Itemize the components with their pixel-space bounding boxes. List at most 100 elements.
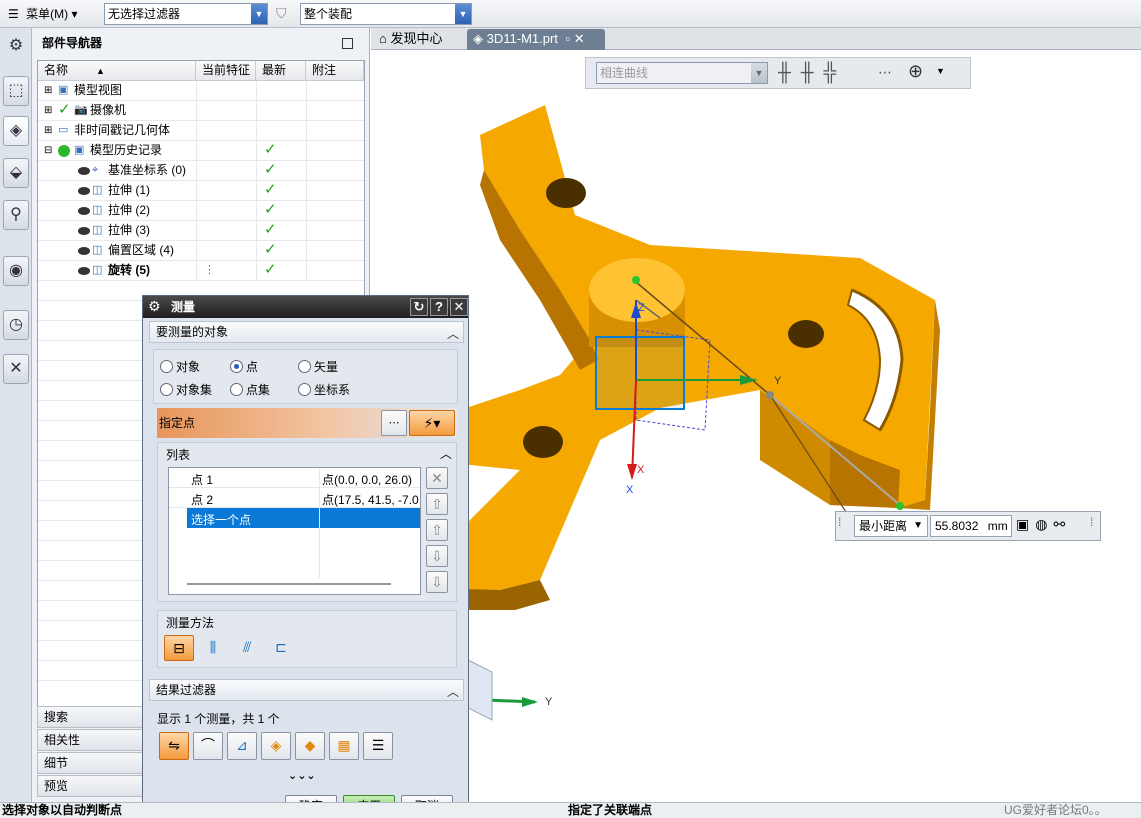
- filter-list-icon[interactable]: ☰: [363, 732, 393, 760]
- tree-row[interactable]: ⌖ 基准坐标系 (0) ✓: [38, 161, 364, 181]
- settings-gear-icon[interactable]: ⚙: [3, 32, 29, 62]
- method-length-icon[interactable]: ⊏: [268, 635, 294, 661]
- tree-row[interactable]: ◫ 拉伸 (2) ✓: [38, 201, 364, 221]
- measure-value-field[interactable]: 55.8032 mm: [930, 515, 1012, 537]
- panel-preview[interactable]: 预览: [37, 775, 147, 797]
- history-clock-icon[interactable]: ◷: [3, 310, 29, 340]
- tab-part-file[interactable]: ◈ 3D11-M1.prt ▫ ✕: [467, 29, 605, 50]
- column-header-latest[interactable]: 最新: [256, 61, 306, 81]
- filter-icon[interactable]: ⛉: [276, 5, 287, 22]
- panel-dependencies[interactable]: 相关性: [37, 729, 147, 751]
- grip-icon[interactable]: ⁞: [1090, 515, 1093, 529]
- option-point[interactable]: 点: [230, 358, 258, 375]
- eye-icon[interactable]: [78, 187, 90, 195]
- expand-toggle-icon[interactable]: ⊞: [44, 81, 52, 100]
- eye-icon[interactable]: [78, 227, 90, 235]
- option-object-set[interactable]: 对象集: [160, 381, 212, 398]
- status-bar: 选择对象以自动判断点 指定了关联端点 UG爱好者论坛0。。: [0, 802, 1141, 818]
- point-dialog-button[interactable]: ⋯: [381, 410, 407, 436]
- list-item-selected[interactable]: 选择一个点: [187, 508, 420, 528]
- expand-toggle-icon[interactable]: ⊟: [44, 141, 52, 160]
- inferred-point-button[interactable]: ⚡▾: [409, 410, 455, 436]
- part-navigator-icon[interactable]: ◈: [3, 116, 29, 146]
- latest-check-icon: ✓: [264, 141, 277, 158]
- delete-icon[interactable]: ✕: [426, 467, 448, 489]
- close-icon[interactable]: ✕: [450, 298, 468, 316]
- help-icon[interactable]: ?: [430, 298, 448, 316]
- option-object[interactable]: 对象: [160, 358, 200, 375]
- filter-curve-icon[interactable]: ⊿: [227, 732, 257, 760]
- tree-row[interactable]: ⊞ ▭ 非时间戳记几何体: [38, 121, 364, 141]
- eye-icon[interactable]: [78, 167, 90, 175]
- grip-icon[interactable]: ⁞: [838, 515, 841, 529]
- menu-button[interactable]: ☰ 菜单(M) ▾: [8, 5, 77, 22]
- tree-row[interactable]: ◫ 拉伸 (1) ✓: [38, 181, 364, 201]
- selection-filter-combo[interactable]: 无选择过滤器 ▼: [104, 3, 268, 25]
- collapse-icon[interactable]: ︿: [440, 445, 452, 462]
- section-objects-header[interactable]: 要测量的对象 ︿: [149, 321, 464, 343]
- move-bottom-icon[interactable]: ⇩: [426, 571, 448, 593]
- tree-row[interactable]: ⊞ ▣ 模型视图: [38, 81, 364, 101]
- filter-mass-icon[interactable]: ▦: [329, 732, 359, 760]
- column-header-name[interactable]: 名称 ▲: [38, 61, 196, 81]
- curve-rule-combo[interactable]: 相连曲线 ▼: [596, 62, 768, 84]
- eye-icon[interactable]: [78, 247, 90, 255]
- option-vector[interactable]: 矢量: [298, 358, 338, 375]
- filter-distance-icon[interactable]: ⇋: [159, 732, 189, 760]
- axis-x-label-2: X: [626, 484, 634, 496]
- method-distance-icon[interactable]: ⊟: [164, 635, 194, 661]
- list-item[interactable]: 点 2 点(17.5, 41.5, -7.0: [169, 488, 420, 508]
- column-header-notes[interactable]: 附注: [306, 61, 364, 81]
- tree-row-label: 模型历史记录: [90, 143, 163, 157]
- more-options-icon[interactable]: ⌄⌄⌄: [288, 769, 316, 782]
- close-icon[interactable]: ✕: [574, 31, 585, 46]
- panel-details[interactable]: 细节: [37, 752, 147, 774]
- expand-toggle-icon[interactable]: ⊞: [44, 101, 52, 120]
- assembly-navigator-icon[interactable]: ⬚: [3, 76, 29, 106]
- tree-row[interactable]: ◫ 拉伸 (3) ✓: [38, 221, 364, 241]
- roles-tools-icon[interactable]: ✕: [3, 354, 29, 384]
- filter-angle-icon[interactable]: ⌒: [193, 732, 223, 760]
- tree-row[interactable]: ⊟ ▣ 模型历史记录 ✓: [38, 141, 364, 161]
- extrude-icon: ◫: [92, 204, 103, 216]
- move-up-icon[interactable]: ⇧: [426, 519, 448, 541]
- assembly-scope-combo[interactable]: 整个装配 ▼: [300, 3, 472, 25]
- list-item[interactable]: 点 1 点(0.0, 0.0, 26.0): [169, 468, 420, 488]
- horizontal-scrollbar[interactable]: [187, 583, 391, 585]
- offset-region-icon: ◫: [92, 244, 103, 256]
- snap-icons[interactable]: ╫╫╬: [778, 62, 846, 83]
- panel-search[interactable]: 搜索: [37, 706, 147, 728]
- move-top-icon[interactable]: ⇧: [426, 493, 448, 515]
- constraint-navigator-icon[interactable]: ⬙: [3, 158, 29, 188]
- chevron-down-icon[interactable]: ▼: [936, 66, 945, 76]
- result-filter-header[interactable]: 结果过滤器 ︿: [149, 679, 464, 701]
- point-snap-icon[interactable]: ⊕: [908, 61, 923, 82]
- hamburger-icon: ☰: [8, 7, 19, 21]
- move-down-icon[interactable]: ⇩: [426, 545, 448, 567]
- maximize-icon[interactable]: [342, 38, 353, 49]
- eye-icon[interactable]: [78, 267, 90, 275]
- tree-row[interactable]: ⊞ ✓ 📷 摄像机: [38, 101, 364, 121]
- filter-area-icon[interactable]: ◈: [261, 732, 291, 760]
- filter-volume-icon[interactable]: ◆: [295, 732, 325, 760]
- graphics-viewport[interactable]: Z Y X X Y: [371, 50, 1141, 802]
- measure-action-icons[interactable]: ▣◍⚯: [1016, 516, 1071, 533]
- option-csys[interactable]: 坐标系: [298, 381, 350, 398]
- measure-type-combo[interactable]: 最小距离 ▼: [854, 515, 928, 537]
- reuse-library-icon[interactable]: ⚲: [3, 200, 29, 230]
- tree-row[interactable]: ◫ 旋转 (5) ⋮ ✓: [38, 261, 364, 281]
- option-point-set[interactable]: 点集: [230, 381, 270, 398]
- tab-discovery-center[interactable]: ⌂ 发现中心: [373, 29, 465, 50]
- reset-icon[interactable]: ↻: [410, 298, 428, 316]
- web-browser-icon[interactable]: ◉: [3, 256, 29, 286]
- tree-row[interactable]: ◫ 偏置区域 (4) ✓: [38, 241, 364, 261]
- method-projected-icon[interactable]: ⫼: [200, 635, 226, 661]
- gear-icon[interactable]: ⚙: [148, 298, 161, 315]
- more-icon[interactable]: ⋯: [878, 64, 892, 81]
- tree-row-label: 拉伸 (1): [108, 183, 151, 197]
- eye-icon[interactable]: [78, 207, 90, 215]
- column-header-current-feature[interactable]: 当前特征: [196, 61, 256, 81]
- expand-toggle-icon[interactable]: ⊞: [44, 121, 52, 140]
- camera-icon: 📷: [74, 104, 88, 116]
- method-screen-icon[interactable]: ⫻: [234, 635, 260, 661]
